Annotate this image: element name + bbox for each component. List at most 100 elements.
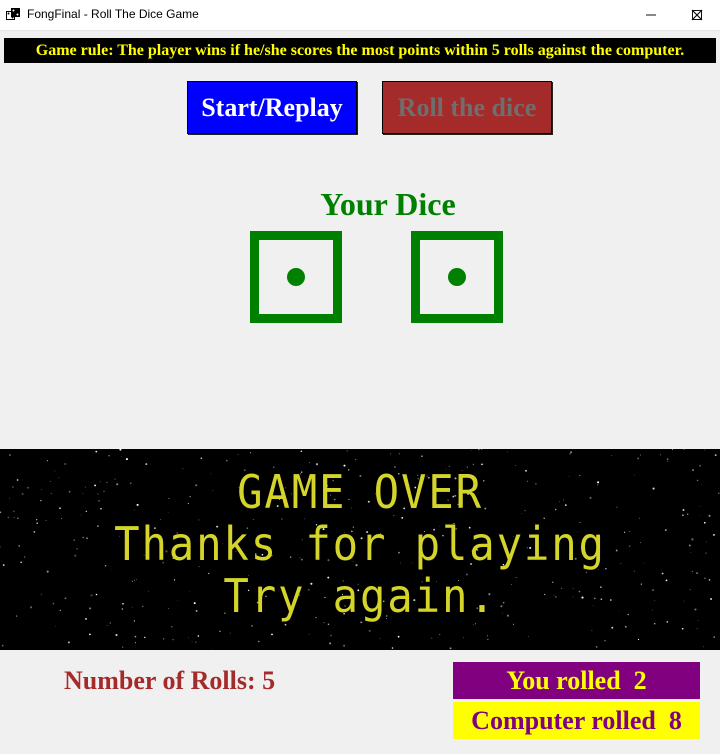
star xyxy=(472,624,474,626)
roll-dice-button[interactable]: Roll the dice xyxy=(382,81,552,134)
star xyxy=(671,449,674,451)
star xyxy=(329,642,332,645)
star xyxy=(106,625,108,626)
star xyxy=(172,639,174,641)
star xyxy=(251,625,253,627)
thanks-text: Thanks for playing xyxy=(114,517,606,571)
star xyxy=(191,640,193,642)
star xyxy=(211,649,213,650)
star xyxy=(1,644,4,647)
star xyxy=(115,633,118,637)
star xyxy=(713,636,715,638)
star xyxy=(188,637,190,639)
star xyxy=(718,492,720,494)
star xyxy=(16,615,18,617)
star xyxy=(569,453,571,455)
star xyxy=(0,546,1,548)
star xyxy=(122,646,124,648)
star xyxy=(449,647,452,650)
star xyxy=(327,623,330,626)
game-over-text: GAME OVER xyxy=(237,465,483,519)
star xyxy=(570,451,573,454)
star xyxy=(704,449,706,451)
star xyxy=(637,638,640,641)
you-rolled-label: You rolled 2 xyxy=(453,662,700,699)
star xyxy=(712,533,715,536)
game-rule-label: Game rule: The player wins if he/she sco… xyxy=(4,38,716,63)
game-over-banner: GAME OVER Thanks for playing Try again. xyxy=(0,449,720,650)
star xyxy=(708,579,711,581)
star xyxy=(699,514,701,516)
star xyxy=(696,479,699,482)
star xyxy=(506,451,508,453)
star xyxy=(683,449,685,450)
star xyxy=(604,640,606,642)
star xyxy=(219,630,221,633)
star xyxy=(309,462,310,463)
star xyxy=(704,577,706,579)
star xyxy=(659,454,662,456)
star xyxy=(439,634,441,635)
star xyxy=(200,457,203,460)
star xyxy=(699,506,701,507)
star xyxy=(470,450,472,451)
star xyxy=(343,644,346,647)
star xyxy=(13,510,15,513)
star xyxy=(300,450,303,453)
star xyxy=(714,454,717,457)
star xyxy=(397,635,400,638)
star xyxy=(135,642,137,644)
star xyxy=(229,632,231,634)
computer-rolled-label: Computer rolled 8 xyxy=(453,702,700,739)
star xyxy=(653,623,656,625)
close-button[interactable] xyxy=(674,0,720,30)
player-die-1 xyxy=(250,231,342,323)
star xyxy=(346,450,348,452)
star xyxy=(696,628,698,630)
star xyxy=(171,626,173,628)
star xyxy=(611,626,614,629)
star xyxy=(108,455,110,457)
star xyxy=(697,620,699,622)
star xyxy=(637,457,639,460)
star xyxy=(119,449,122,451)
minimize-icon xyxy=(646,14,656,16)
star xyxy=(134,635,137,638)
your-dice-heading: Your Dice xyxy=(320,186,456,222)
star xyxy=(462,637,464,639)
star xyxy=(474,623,476,625)
star xyxy=(527,635,529,637)
star xyxy=(624,625,627,628)
minimize-button[interactable] xyxy=(628,0,674,30)
star xyxy=(702,646,705,648)
star xyxy=(89,633,91,636)
star xyxy=(195,641,197,643)
star xyxy=(481,449,483,451)
star xyxy=(225,459,228,462)
star xyxy=(144,636,146,639)
star xyxy=(308,633,310,635)
star xyxy=(639,454,641,456)
star xyxy=(398,453,400,455)
star xyxy=(12,486,14,488)
star xyxy=(368,629,371,632)
star xyxy=(696,572,698,574)
star xyxy=(703,521,706,524)
star xyxy=(330,634,332,637)
star xyxy=(699,464,702,467)
star xyxy=(379,638,381,639)
start-replay-button[interactable]: Start/Replay xyxy=(187,81,357,134)
dice-icon xyxy=(6,8,20,20)
star xyxy=(708,514,711,517)
star xyxy=(95,450,98,453)
star xyxy=(691,570,693,572)
star xyxy=(710,597,713,601)
star xyxy=(125,458,128,461)
star xyxy=(681,627,684,630)
star xyxy=(666,458,669,460)
star xyxy=(121,456,122,457)
try-again-text: Try again. xyxy=(223,569,497,623)
star xyxy=(250,452,252,454)
star xyxy=(591,630,593,631)
star xyxy=(18,544,21,547)
